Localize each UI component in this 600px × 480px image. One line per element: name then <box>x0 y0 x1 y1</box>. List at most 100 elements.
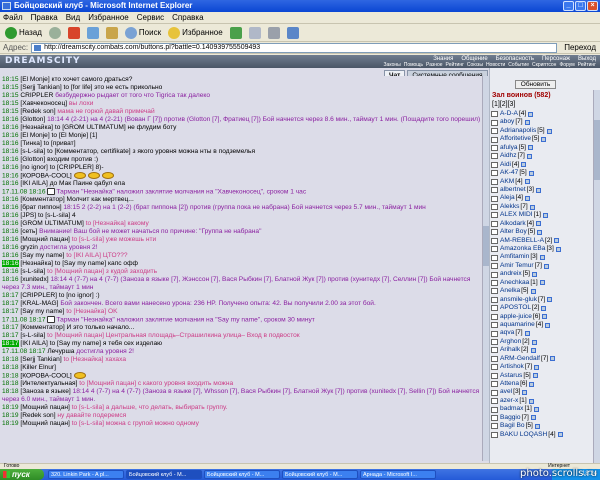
user-name[interactable]: ARM-Gendalf <box>500 355 540 363</box>
chat-nick[interactable]: [KRAL-MAG] <box>20 300 58 307</box>
user-list-item[interactable]: Amfitamin [3] <box>491 253 594 261</box>
user-list-item[interactable]: Alekks [7] <box>491 203 594 211</box>
chat-nick[interactable]: [JPS] <box>20 212 36 219</box>
site-subnav-item[interactable]: Разное <box>426 62 443 68</box>
chat-nick[interactable]: [El Monje] <box>20 132 49 139</box>
user-list-item[interactable]: AK-47 [5] <box>491 169 594 177</box>
user-name[interactable]: Aleja <box>500 194 515 202</box>
info-icon[interactable] <box>555 246 561 252</box>
chat-nick[interactable]: [Serjj Tankian] <box>20 356 61 363</box>
user-name[interactable]: Aidhz <box>500 152 517 160</box>
user-name[interactable]: AM-REBELL-A <box>500 237 544 245</box>
user-list-item[interactable]: AM-REBELL-A [2] <box>491 237 594 245</box>
taskbar-item[interactable]: 320. Linkin Park - A pl... <box>48 470 124 479</box>
user-list-item[interactable]: Arihalk [2] <box>491 346 594 354</box>
user-scroll-thumb[interactable] <box>594 120 600 180</box>
address-input[interactable]: http://dreamscity.combats.com/buttons.pl… <box>31 42 558 53</box>
user-name[interactable]: Alter Boy <box>500 228 527 236</box>
site-subnav-item[interactable]: Рейтинг <box>446 62 464 68</box>
taskbar-item[interactable]: Бойцовский клуб - M... <box>282 470 358 479</box>
chat-nick[interactable]: [Заноза в языке] <box>20 388 70 395</box>
chat-nick[interactable]: [Redek son] <box>20 108 55 115</box>
chat-nick[interactable]: CRIPPLER <box>20 92 53 99</box>
user-scrollbar[interactable] <box>593 90 600 463</box>
info-icon[interactable] <box>539 255 545 261</box>
mail-button[interactable] <box>247 26 263 40</box>
user-list-item[interactable]: Anechkaa [1] <box>491 279 594 287</box>
forward-button[interactable] <box>47 26 63 40</box>
site-subnav-item[interactable]: Союзы <box>467 62 483 68</box>
chat-nick[interactable]: [xunitedx] <box>20 276 48 283</box>
user-name[interactable]: AKM <box>500 178 514 186</box>
info-icon[interactable] <box>529 204 535 210</box>
user-name[interactable]: ALEX MIDI <box>500 211 533 219</box>
refresh-button[interactable] <box>85 26 101 40</box>
user-name[interactable]: Baggio <box>500 414 521 422</box>
info-icon[interactable] <box>542 212 548 218</box>
minimize-button[interactable]: _ <box>563 1 574 11</box>
user-name[interactable]: Amir Temur <box>500 262 534 270</box>
info-icon[interactable] <box>543 263 549 269</box>
user-name[interactable]: Anelka <box>500 287 520 295</box>
user-list-item[interactable]: Aidi [4] <box>491 161 594 169</box>
user-name[interactable]: BAKU LOQASH <box>500 431 547 439</box>
info-icon[interactable] <box>529 381 535 387</box>
menu-favorites[interactable]: Избранное <box>88 13 129 22</box>
user-name[interactable]: Bagil Bo <box>500 422 525 430</box>
user-list-item[interactable]: Astarus [5] <box>491 372 594 380</box>
search-button[interactable]: Поиск <box>123 26 163 40</box>
chat-nick[interactable]: [s-L-sila] <box>20 332 45 339</box>
taskbar-item[interactable]: Бойцовский клуб - M... <box>204 470 280 479</box>
user-list-item[interactable]: ansmile-gluk [7] <box>491 296 594 304</box>
user-list-item[interactable]: andreix [5] <box>491 270 594 278</box>
info-icon[interactable] <box>545 322 551 328</box>
user-name[interactable]: Aidi <box>500 161 511 169</box>
info-icon[interactable] <box>557 432 563 438</box>
favorites-button[interactable]: Избранное <box>166 26 225 40</box>
user-name[interactable]: AK-47 <box>500 169 518 177</box>
chat-nick[interactable]: [s-L-sila] <box>20 148 45 155</box>
user-list-item[interactable]: Arghon [2] <box>491 338 594 346</box>
site-subnav-item[interactable]: Помощь <box>404 62 423 68</box>
info-icon[interactable] <box>536 187 542 193</box>
chat-nick[interactable]: [IKI AILA] <box>20 340 48 347</box>
user-list-item[interactable]: Alkodark [4] <box>491 220 594 228</box>
info-icon[interactable] <box>534 423 540 429</box>
info-icon[interactable] <box>541 305 547 311</box>
chat-scrollbar[interactable] <box>482 76 489 461</box>
chat-nick[interactable]: [CRIPPLER] <box>20 292 57 299</box>
taskbar-item[interactable]: Бойцовский клуб - M... <box>126 470 202 479</box>
chat-nick[interactable]: [Мощний пацан] <box>20 420 70 427</box>
user-name[interactable]: Adrianapolis <box>500 127 536 135</box>
chat-nick[interactable]: [Say my name] <box>20 252 64 259</box>
info-icon[interactable] <box>521 162 527 168</box>
chat-nick[interactable]: [GROM ULTIMATUM] <box>20 220 84 227</box>
info-icon[interactable] <box>524 179 530 185</box>
user-name[interactable]: afulya <box>500 144 518 152</box>
user-list-item[interactable]: ARM-Gendalf [7] <box>491 355 594 363</box>
user-list-item[interactable]: badmax [1] <box>491 405 594 413</box>
user-list-item[interactable]: albertnet [3] <box>491 186 594 194</box>
window-titlebar[interactable]: Бойцовский клуб - Microsoft Internet Exp… <box>0 0 600 12</box>
user-name[interactable]: Artishok <box>500 363 524 371</box>
chat-nick[interactable]: [Интелектуальная] <box>20 380 77 387</box>
info-icon[interactable] <box>524 120 530 126</box>
user-list-item[interactable]: A-D-A [4] <box>491 110 594 118</box>
info-icon[interactable] <box>554 238 560 244</box>
chat-nick[interactable]: [Killer Elnur] <box>20 364 56 371</box>
user-list-item[interactable]: aqva [7] <box>491 329 594 337</box>
user-list-item[interactable]: apple-juice [6] <box>491 313 594 321</box>
menu-view[interactable]: Вид <box>66 13 80 22</box>
info-icon[interactable] <box>532 373 538 379</box>
user-name[interactable]: aquamarine <box>500 321 535 329</box>
info-icon[interactable] <box>546 128 552 134</box>
user-list-item[interactable]: Baggio [7] <box>491 414 594 422</box>
info-icon[interactable] <box>536 221 541 227</box>
info-icon[interactable] <box>525 196 531 202</box>
user-name[interactable]: A-D-A <box>500 110 518 118</box>
chat-nick[interactable]: [s-L-sila] <box>20 268 45 275</box>
user-name[interactable]: apple-juice <box>500 313 532 321</box>
user-name[interactable]: avel <box>500 388 512 396</box>
chat-nick[interactable]: [no ignor] <box>20 164 48 171</box>
chat-nick[interactable]: [IKI AILA] <box>20 180 48 187</box>
